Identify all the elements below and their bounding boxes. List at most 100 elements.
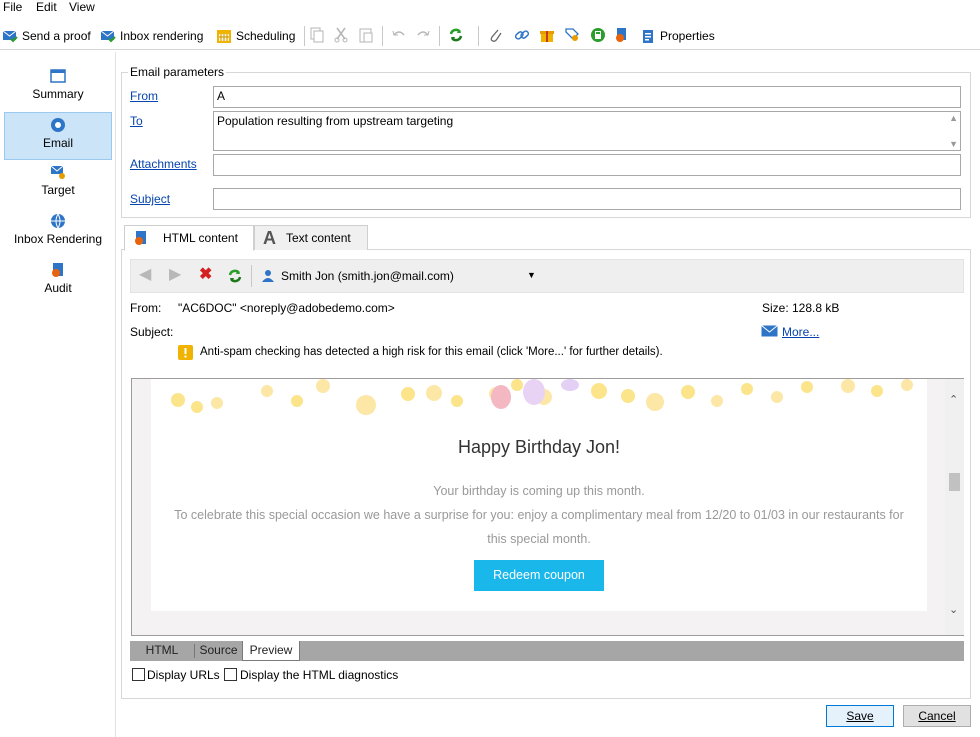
menu-bar: File Edit View bbox=[0, 0, 980, 16]
size-label: Size: bbox=[762, 301, 789, 315]
paperclip-icon[interactable] bbox=[488, 27, 504, 43]
redo-icon[interactable] bbox=[415, 27, 431, 43]
spam-warning-text: Anti-spam checking has detected a high r… bbox=[200, 346, 663, 358]
send-proof-label: Send a proof bbox=[22, 29, 91, 43]
nav-item-target[interactable]: Target bbox=[4, 160, 112, 208]
toolbar: Send a proof Inbox rendering Scheduling … bbox=[0, 22, 980, 50]
redeem-coupon-button[interactable]: Redeem coupon bbox=[474, 560, 604, 591]
email-body: Happy Birthday Jon! Your birthday is com… bbox=[151, 379, 927, 611]
subject-header-label: Subject: bbox=[130, 325, 174, 339]
display-diagnostics-checkbox[interactable] bbox=[224, 668, 237, 681]
toolbar-separator bbox=[304, 26, 305, 46]
nav-label: Email bbox=[42, 136, 73, 150]
display-urls-label: Display URLs bbox=[147, 668, 220, 682]
warning-icon bbox=[178, 345, 193, 360]
menu-view[interactable]: View bbox=[69, 0, 95, 14]
summary-icon bbox=[50, 68, 66, 84]
nav-item-audit[interactable]: Audit bbox=[4, 258, 112, 306]
scheduling-button[interactable]: Scheduling bbox=[216, 25, 295, 47]
more-link[interactable]: More... bbox=[782, 325, 819, 339]
email-parameters-legend: Email parameters bbox=[128, 65, 227, 79]
envelope-check-icon bbox=[2, 28, 18, 44]
scroll-thumb[interactable] bbox=[949, 473, 960, 491]
audit-icon bbox=[50, 262, 66, 278]
subject-field[interactable] bbox=[213, 188, 961, 210]
scroll-up-icon[interactable]: ⌃ bbox=[949, 393, 958, 406]
properties-button[interactable]: Properties bbox=[640, 25, 715, 47]
from-header-label: From: bbox=[130, 301, 162, 315]
menu-edit[interactable]: Edit bbox=[36, 0, 57, 14]
recipient-dropdown[interactable]: Smith Jon (smith.jon@mail.com) ▼ bbox=[261, 264, 541, 288]
tab-text-content-label: Text content bbox=[286, 231, 351, 245]
scroll-up-icon[interactable]: ▲ bbox=[949, 113, 958, 123]
size-value: 128.8 kB bbox=[792, 301, 840, 315]
tab-html[interactable]: HTML bbox=[130, 641, 194, 661]
toolbar-separator bbox=[439, 26, 440, 46]
scroll-down-icon[interactable]: ▼ bbox=[949, 139, 958, 149]
nav-item-summary[interactable]: Summary bbox=[4, 64, 112, 112]
toolbar-separator bbox=[251, 265, 252, 287]
scroll-down-icon[interactable]: ⌄ bbox=[949, 603, 958, 616]
tab-source[interactable]: Source bbox=[195, 641, 242, 661]
envelope-check-icon bbox=[100, 28, 116, 44]
undo-icon[interactable] bbox=[391, 27, 407, 43]
to-link[interactable]: To bbox=[130, 114, 143, 128]
nav-item-email[interactable]: Email bbox=[4, 112, 112, 160]
confetti-banner bbox=[151, 379, 927, 419]
inbox-rendering-label: Inbox rendering bbox=[120, 29, 204, 43]
tab-html-content-label: HTML content bbox=[163, 231, 238, 245]
nav-label: Summary bbox=[32, 87, 84, 101]
preview-scrollbar[interactable]: ⌃ ⌄ bbox=[945, 379, 964, 635]
nav-item-inbox-rendering[interactable]: Inbox Rendering bbox=[4, 209, 112, 257]
attachments-field[interactable] bbox=[213, 154, 961, 176]
calculator-icon[interactable] bbox=[590, 27, 606, 43]
paste-icon[interactable] bbox=[358, 27, 374, 43]
email-icon bbox=[50, 117, 66, 133]
email-line-2: To celebrate this special occasion we ha… bbox=[174, 508, 904, 522]
inbox-rendering-button[interactable]: Inbox rendering bbox=[100, 25, 203, 47]
link-icon[interactable] bbox=[514, 27, 530, 43]
cancel-button[interactable]: Cancel bbox=[903, 705, 971, 727]
refresh-icon[interactable] bbox=[227, 268, 243, 284]
html-doc-icon bbox=[133, 230, 149, 246]
subject-link[interactable]: Subject bbox=[130, 192, 170, 206]
nav-label: Audit bbox=[44, 281, 72, 295]
from-link[interactable]: From bbox=[130, 89, 158, 103]
target-icon bbox=[50, 164, 66, 180]
back-arrow-icon[interactable]: ◀ bbox=[139, 267, 151, 283]
display-diagnostics-label: Display the HTML diagnostics bbox=[240, 668, 399, 682]
nav-label: Inbox Rendering bbox=[13, 232, 103, 246]
tab-text-content[interactable]: A Text content bbox=[254, 225, 368, 250]
send-proof-button[interactable]: Send a proof bbox=[2, 25, 91, 47]
tab-preview[interactable]: Preview bbox=[242, 641, 300, 661]
nav-label: Target bbox=[41, 183, 75, 197]
tab-html-content[interactable]: HTML content bbox=[124, 225, 254, 251]
preview-toolbar: ◀ ▶ ✖ Smith Jon (smith.jon@mail.com) ▼ bbox=[130, 259, 964, 293]
to-field[interactable]: Population resulting from upstream targe… bbox=[213, 111, 961, 151]
gift-icon[interactable] bbox=[539, 27, 555, 43]
calendar-icon bbox=[216, 28, 232, 44]
menu-file[interactable]: File bbox=[3, 0, 22, 14]
forward-arrow-icon[interactable]: ▶ bbox=[169, 267, 181, 283]
save-button[interactable]: Save bbox=[826, 705, 894, 727]
close-icon[interactable]: ✖ bbox=[199, 266, 212, 284]
properties-label: Properties bbox=[660, 29, 715, 43]
from-header-value: "AC6DOC" <noreply@adobedemo.com> bbox=[178, 301, 395, 315]
chevron-down-icon: ▼ bbox=[527, 270, 536, 280]
attachments-link[interactable]: Attachments bbox=[130, 157, 197, 171]
envelope-icon bbox=[761, 325, 778, 337]
clipboard-icon bbox=[640, 28, 656, 44]
view-tabs: HTML Source Preview bbox=[130, 641, 964, 661]
display-urls-checkbox[interactable] bbox=[132, 668, 145, 681]
email-heading: Happy Birthday Jon! bbox=[457, 437, 621, 457]
from-field[interactable]: A bbox=[213, 86, 961, 108]
recipient-label: Smith Jon (smith.jon@mail.com) bbox=[281, 269, 454, 283]
refresh-icon[interactable] bbox=[448, 27, 464, 43]
toolbar-separator bbox=[382, 26, 383, 46]
email-line-1: Your birthday is coming up this month. bbox=[433, 484, 645, 498]
document-alert-icon[interactable] bbox=[614, 27, 630, 43]
cut-icon[interactable] bbox=[333, 27, 349, 43]
settings-tag-icon[interactable] bbox=[564, 27, 580, 43]
copy-icon[interactable] bbox=[309, 27, 325, 43]
toolbar-separator bbox=[478, 26, 479, 46]
